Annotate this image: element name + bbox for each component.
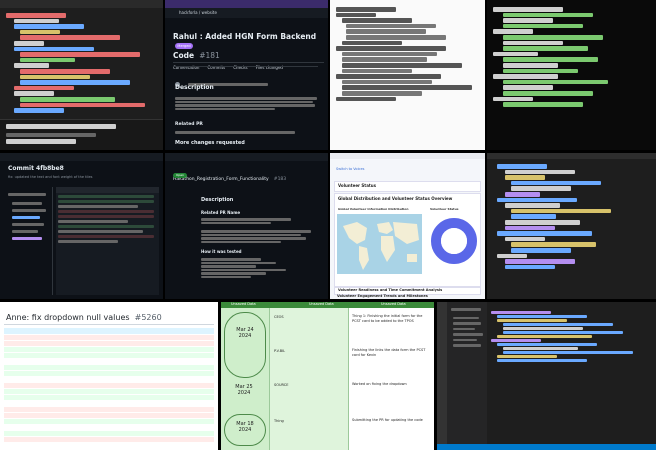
editor-tab-bar[interactable] <box>487 153 656 159</box>
name-column: CEOS P.V.BIL SOURCE Thing <box>269 308 348 450</box>
notes-column: Thing 1: Finishing the initial form for … <box>348 308 434 450</box>
status-badge: Merged <box>175 43 193 49</box>
donut-chart <box>431 218 477 264</box>
code-editor-tile-8 <box>487 153 656 299</box>
diff-view <box>56 187 159 295</box>
spreadsheet-tile: Unsaved Data Unsaved Data Unsaved Data M… <box>221 302 434 450</box>
editor-tab-bar[interactable] <box>0 0 163 8</box>
pr-tabs[interactable]: Conversation Commits Checks Files changed <box>173 54 324 70</box>
repo-path[interactable]: hackforla / website <box>179 10 217 17</box>
section-2: Global Distribution and Volunteer Status… <box>334 193 481 287</box>
activity-bar[interactable] <box>437 302 447 450</box>
github-pr-tile-2: Hakathon_Registration_Form_Functionality… <box>165 153 328 299</box>
diff-lines <box>4 328 214 448</box>
code-editor-tile-3 <box>330 0 485 150</box>
status-badge: Open <box>173 173 187 178</box>
browser-bar[interactable] <box>0 153 163 161</box>
world-map <box>337 214 422 274</box>
heading-3: How it was tested <box>201 249 242 254</box>
section-heading: Description <box>175 84 214 91</box>
explorer-panel[interactable] <box>447 302 487 444</box>
status-bar <box>437 444 656 450</box>
code-editor-tile-1 <box>0 0 163 150</box>
date-cell-1[interactable]: Mar 24 2024 <box>224 312 266 378</box>
date-column: Mar 24 2024 Mar 25 2024 Mar 18 2024 <box>221 308 269 450</box>
browser-bar[interactable] <box>330 153 485 159</box>
top-link[interactable]: Switch to Voices <box>336 167 364 171</box>
date-cell-3[interactable]: Mar 18 2024 <box>224 414 266 446</box>
dashboard-tile: Switch to Voices Volunteer Status Global… <box>330 153 485 299</box>
code-editor-tile-4 <box>487 0 656 150</box>
commit-subtitle: fix: updated the text and font weight of… <box>8 175 93 179</box>
text-block <box>201 217 316 244</box>
repo-header: hackforla / website <box>165 8 328 18</box>
file-tree[interactable] <box>4 187 53 295</box>
date-cell-2[interactable]: Mar 25 2024 <box>224 380 264 404</box>
pr-title: Hakathon_Registration_Form_Functionality… <box>173 177 287 182</box>
code-lines <box>493 6 653 108</box>
more-text: More changes requested <box>175 140 245 146</box>
browser-bar[interactable] <box>165 153 328 161</box>
code-lines <box>491 310 652 363</box>
heading: Description <box>201 197 234 203</box>
code-lines <box>336 6 481 102</box>
section-4: Volunteer Engagement Trends and Mileston… <box>337 294 428 298</box>
code-lines <box>497 163 652 270</box>
related-heading: Related PR <box>175 122 203 127</box>
heading-2: Related PR Name <box>201 210 241 215</box>
tabs[interactable] <box>4 318 214 325</box>
commit-title: Commit 4fb8be8 <box>8 165 64 172</box>
github-pr-tile: hackforla / website Rahul : Added HGN Fo… <box>165 0 328 150</box>
description-text <box>175 96 320 111</box>
test-list <box>201 257 316 279</box>
vscode-tile <box>437 302 656 450</box>
browser-bar[interactable] <box>165 0 328 8</box>
github-commit-tile: Commit 4fb8be8 fix: updated the text and… <box>0 153 163 299</box>
terminal-panel <box>0 119 163 150</box>
section-1: Volunteer Status <box>334 181 481 192</box>
code-lines <box>6 12 156 114</box>
github-diff-tile: Anne: fix dropdown null values #5260 <box>0 302 218 450</box>
